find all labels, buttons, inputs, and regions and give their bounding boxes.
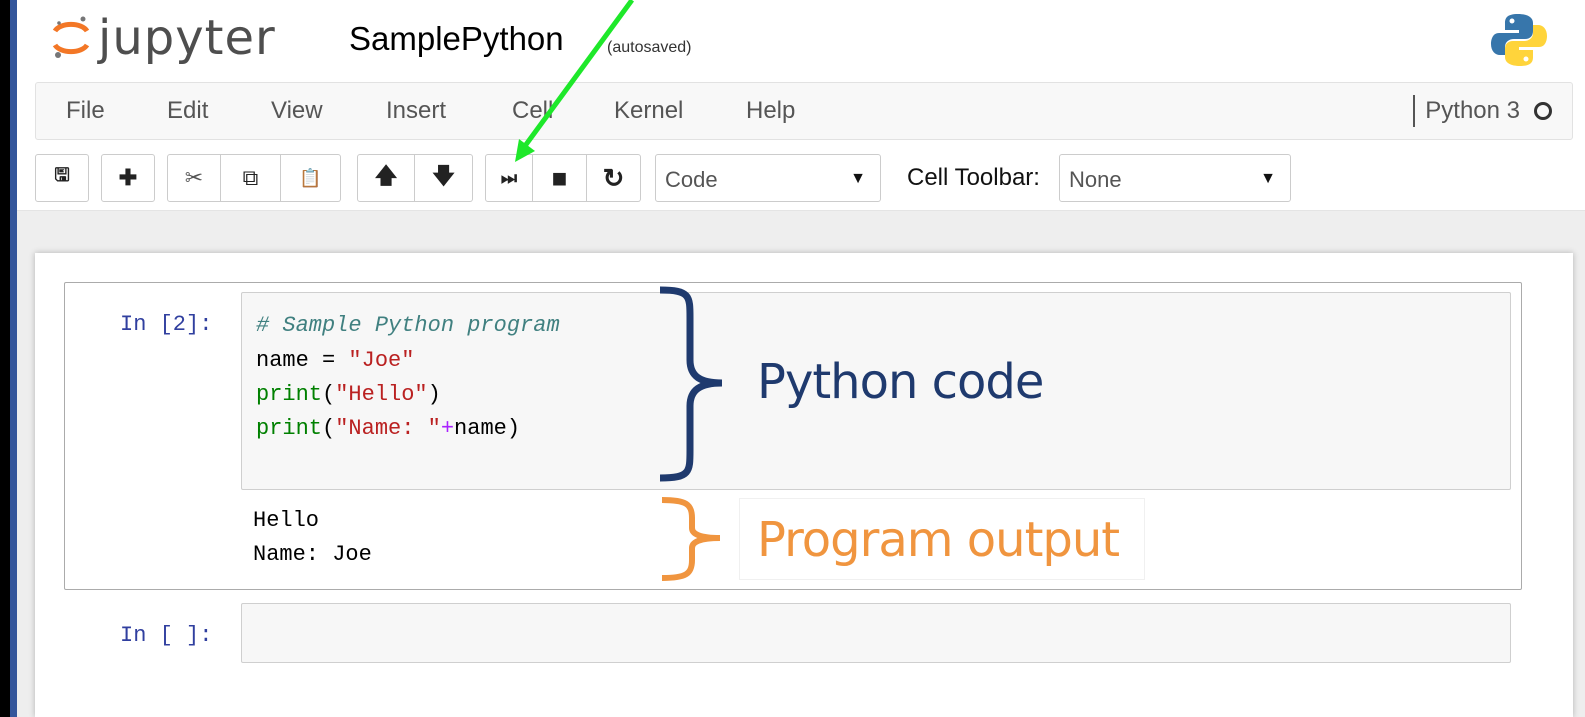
jupyter-logo[interactable]: jupyter xyxy=(50,8,276,68)
run-step-icon: ⏭ xyxy=(500,167,518,188)
code-line: print("Hello") xyxy=(256,382,441,407)
screenshot-frame: jupyter SamplePython (autosaved) File Ed… xyxy=(0,0,1585,717)
notebook-page: jupyter SamplePython (autosaved) File Ed… xyxy=(17,0,1585,717)
kernel-status: Python 3 xyxy=(1413,95,1552,127)
paste-button[interactable]: 📋 xyxy=(281,154,341,202)
menu-insert[interactable]: Insert xyxy=(386,97,446,125)
plus-icon: ✚ xyxy=(118,165,138,190)
move-up-button[interactable]: 🡅 xyxy=(357,154,415,202)
jupyter-logo-icon xyxy=(52,16,90,58)
input-prompt: In [2]: xyxy=(120,312,213,337)
notebook-title[interactable]: SamplePython xyxy=(349,20,564,58)
empty-code-editor[interactable] xyxy=(241,603,1511,663)
move-down-button[interactable]: 🡇 xyxy=(415,154,473,202)
python-code-annotation: Python code xyxy=(757,354,1044,410)
edit-group: ✂ ⧉ 📋 xyxy=(167,154,341,202)
cell-toolbar-value: None xyxy=(1069,167,1122,192)
code-line: # Sample Python program xyxy=(256,313,560,338)
save-group: 🖫 xyxy=(35,154,89,202)
chevron-down-icon: ▼ xyxy=(850,170,866,187)
copy-icon: ⧉ xyxy=(242,165,259,190)
menubar: File Edit View Insert Cell Kernel Help P… xyxy=(35,82,1573,140)
kernel-idle-indicator-icon xyxy=(1534,102,1552,120)
cell-type-select[interactable]: Code ▼ xyxy=(655,154,881,202)
chevron-down-icon: ▼ xyxy=(1260,170,1276,187)
menu-view[interactable]: View xyxy=(271,97,323,125)
menu-edit[interactable]: Edit xyxy=(167,97,208,125)
scissors-icon: ✂ xyxy=(184,165,204,190)
save-icon: 🖫 xyxy=(54,165,70,185)
menu-file[interactable]: File xyxy=(66,97,105,125)
restart-kernel-button[interactable]: ↻ xyxy=(587,154,641,202)
main-toolbar: 🖫 ✚ ✂ ⧉ 📋 🡅 🡇 ⏭ ■ ↻ Code ▼ Cell Toolbar:… xyxy=(35,152,1573,204)
cell-toolbar-select[interactable]: None ▼ xyxy=(1059,154,1291,202)
stop-icon: ■ xyxy=(551,162,568,193)
program-output-annotation: Program output xyxy=(757,512,1120,568)
arrow-up-icon: 🡅 xyxy=(374,163,398,188)
jupyter-logo-text: jupyter xyxy=(98,10,276,66)
run-cell-button[interactable]: ⏭ xyxy=(485,154,533,202)
menu-help[interactable]: Help xyxy=(746,97,795,125)
run-group: ⏭ ■ ↻ xyxy=(485,154,641,202)
code-line: print("Name: "+name) xyxy=(256,416,521,441)
code-line: name = "Joe" xyxy=(256,348,415,373)
interrupt-button[interactable]: ■ xyxy=(533,154,587,202)
copy-button[interactable]: ⧉ xyxy=(221,154,281,202)
insert-group: ✚ xyxy=(101,154,155,202)
output-line: Hello xyxy=(253,508,320,533)
restart-icon: ↻ xyxy=(602,162,625,193)
insert-cell-button[interactable]: ✚ xyxy=(101,154,155,202)
cell-type-value: Code xyxy=(665,167,718,192)
cut-button[interactable]: ✂ xyxy=(167,154,221,202)
kernel-name[interactable]: Python 3 xyxy=(1425,97,1520,125)
input-prompt: In [ ]: xyxy=(120,623,213,648)
autosave-status: (autosaved) xyxy=(607,39,692,56)
menu-kernel[interactable]: Kernel xyxy=(614,97,683,125)
notebook-header: jupyter SamplePython (autosaved) xyxy=(17,0,1585,80)
output-line: Name: Joe xyxy=(253,542,372,567)
save-button[interactable]: 🖫 xyxy=(35,154,89,202)
cell-toolbar-label: Cell Toolbar: xyxy=(907,164,1040,191)
paste-icon: 📋 xyxy=(299,167,322,188)
move-group: 🡅 🡇 xyxy=(357,154,473,202)
arrow-down-icon: 🡇 xyxy=(432,163,455,188)
python-logo-icon xyxy=(1491,14,1547,66)
window-left-edge xyxy=(10,0,17,717)
menu-cell[interactable]: Cell xyxy=(512,97,553,125)
